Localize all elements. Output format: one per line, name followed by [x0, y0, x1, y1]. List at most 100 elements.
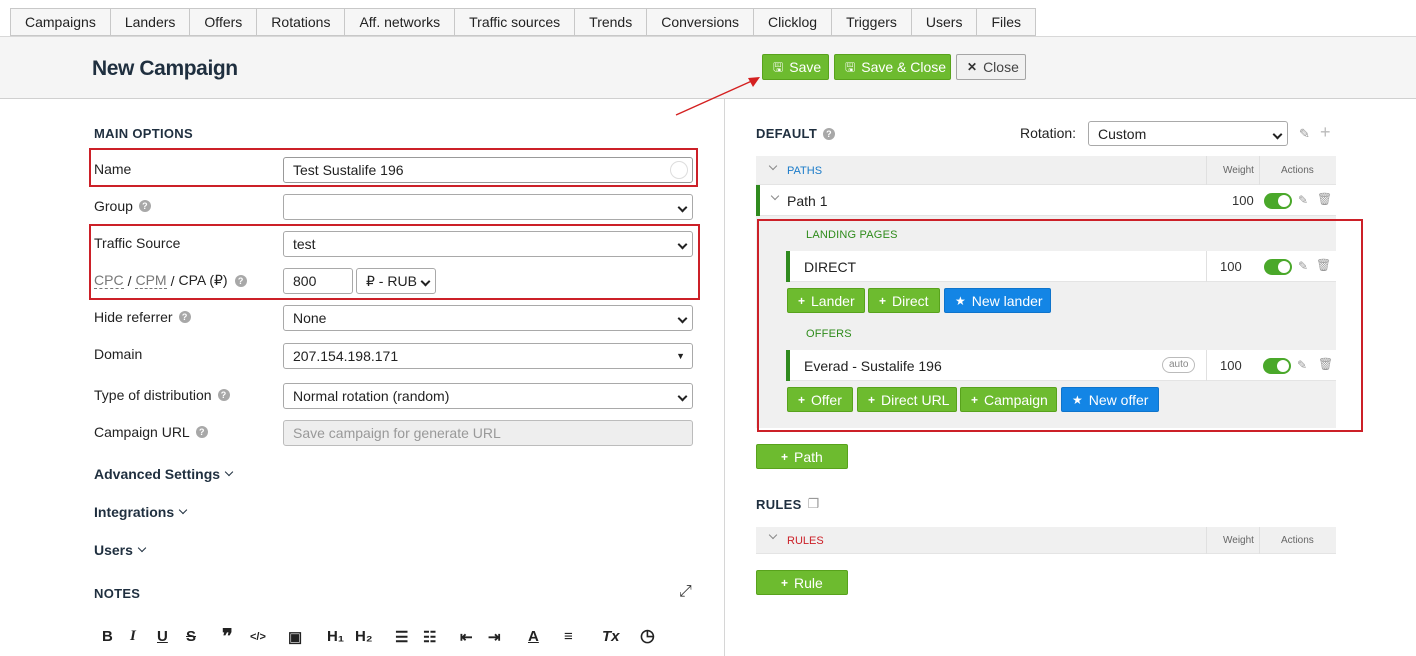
new-lander-button[interactable]: ★ New lander [944, 288, 1051, 313]
tab-rotations[interactable]: Rotations [256, 8, 345, 36]
new-offer-button[interactable]: ★ New offer [1061, 387, 1159, 412]
indent-icon[interactable]: ⇥ [488, 628, 501, 646]
bold-icon[interactable]: B [102, 628, 113, 645]
close-button[interactable]: ✕ Close [956, 54, 1026, 80]
users-toggle[interactable]: Users [94, 542, 147, 558]
traffic-source-label: Traffic Source [94, 235, 181, 251]
plus-icon: + [781, 575, 789, 590]
lander-row[interactable]: DIRECT 100 ✎ 🗑 [786, 251, 1336, 282]
expand-icon[interactable]: ⤢ [679, 583, 692, 601]
pencil-icon[interactable]: ✎ [1297, 358, 1307, 372]
chevron-down-icon [178, 505, 188, 515]
pencil-icon[interactable]: ✎ [1299, 126, 1310, 142]
name-input[interactable]: Test Sustalife 196 [283, 157, 693, 183]
integrations-toggle[interactable]: Integrations [94, 504, 188, 520]
domain-label: Domain [94, 346, 143, 362]
trash-icon[interactable]: 🗑 [1316, 258, 1331, 272]
pencil-icon[interactable]: ✎ [1298, 193, 1308, 207]
star-icon: ★ [1072, 392, 1083, 407]
tab-campaigns[interactable]: Campaigns [10, 8, 110, 36]
add-offer-button[interactable]: + Offer [787, 387, 853, 412]
chevron-down-icon[interactable] [768, 161, 778, 171]
tab-aff-networks[interactable]: Aff. networks [344, 8, 455, 36]
paths-header: PATHS [787, 165, 823, 177]
tab-conversions[interactable]: Conversions [646, 8, 754, 36]
copy-icon[interactable]: ❐ [808, 496, 820, 512]
currency-select[interactable]: ₽ - RUB [356, 268, 436, 294]
domain-select[interactable]: 207.154.198.171 ▼ [283, 343, 693, 369]
tab-traffic-sources[interactable]: Traffic sources [454, 8, 575, 36]
outdent-icon[interactable]: ⇤ [460, 628, 473, 646]
cpc-option[interactable]: CPC [94, 272, 124, 289]
trash-icon[interactable]: 🗑 [1317, 192, 1332, 206]
add-direct-url-button[interactable]: + Direct URL [857, 387, 957, 412]
offer-name: Everad - Sustalife 196 [804, 358, 942, 374]
cost-label: CPC / CPM / CPA (₽) ? [94, 272, 247, 289]
align-icon[interactable]: ≡ [564, 628, 573, 645]
group-select[interactable] [283, 194, 693, 220]
traffic-source-select[interactable]: test [283, 231, 693, 257]
heading2-icon[interactable]: H₂ [355, 628, 373, 645]
plus-icon: + [781, 449, 789, 464]
lander-weight[interactable]: 100 [1220, 259, 1242, 274]
quote-icon[interactable]: ❞ [222, 624, 233, 649]
code-icon[interactable]: </> [250, 631, 266, 643]
strikethrough-icon[interactable]: S [186, 628, 196, 645]
bullet-list-icon[interactable]: ☷ [423, 628, 436, 646]
underline-icon[interactable]: U [157, 628, 168, 645]
history-icon[interactable]: ◷ [640, 626, 655, 646]
rotation-select[interactable]: Custom [1088, 121, 1288, 146]
save-button[interactable]: 🖫 Save [762, 54, 829, 80]
hide-referrer-select[interactable]: None [283, 305, 693, 331]
plus-icon[interactable]: + [1320, 122, 1331, 143]
italic-icon[interactable]: I [130, 628, 136, 645]
tab-clicklog[interactable]: Clicklog [753, 8, 832, 36]
path-row[interactable]: Path 1 100 ✎ 🗑 [756, 185, 1336, 216]
campaign-url-input[interactable]: Save campaign for generate URL [283, 420, 693, 446]
tab-trends[interactable]: Trends [574, 8, 647, 36]
advanced-settings-toggle[interactable]: Advanced Settings [94, 466, 234, 482]
pencil-icon[interactable]: ✎ [1298, 259, 1308, 273]
image-icon[interactable]: ▣ [288, 628, 302, 646]
offer-weight[interactable]: 100 [1220, 358, 1242, 373]
tab-landers[interactable]: Landers [109, 8, 190, 36]
tab-files[interactable]: Files [976, 8, 1037, 36]
cost-value-input[interactable]: 800 [283, 268, 353, 294]
heading1-icon[interactable]: H₁ [327, 628, 344, 645]
add-rule-button[interactable]: + Rule [756, 570, 848, 595]
tab-offers[interactable]: Offers [189, 8, 257, 36]
tab-triggers[interactable]: Triggers [831, 8, 911, 36]
lander-name: DIRECT [804, 259, 857, 275]
distribution-select[interactable]: Normal rotation (random) [283, 383, 693, 409]
chevron-down-icon[interactable] [770, 191, 780, 201]
offer-row[interactable]: Everad - Sustalife 196 auto 100 ✎ 🗑 [786, 350, 1336, 381]
help-icon: ? [234, 274, 247, 287]
clear-format-icon[interactable]: Tx [602, 628, 620, 645]
floppy-disk-icon: 🖫 [773, 60, 784, 74]
add-direct-button[interactable]: + Direct [868, 288, 940, 313]
chevron-down-icon[interactable] [768, 530, 778, 540]
rules-header: RULES [787, 535, 824, 547]
top-nav: Campaigns Landers Offers Rotations Aff. … [10, 8, 1037, 36]
add-campaign-button[interactable]: + Campaign [960, 387, 1057, 412]
path-toggle[interactable] [1264, 193, 1292, 209]
ordered-list-icon[interactable]: ☰ [395, 628, 408, 646]
offers-header: OFFERS [806, 328, 852, 340]
chevron-down-icon [224, 467, 234, 477]
offer-toggle[interactable] [1263, 358, 1291, 374]
save-close-button[interactable]: 🖫 Save & Close [834, 54, 951, 80]
cpa-option[interactable]: CPA (₽) [178, 272, 227, 289]
trash-icon[interactable]: 🗑 [1318, 357, 1333, 371]
help-icon: ? [217, 389, 230, 401]
path-weight[interactable]: 100 [1232, 193, 1254, 208]
plus-icon: + [798, 392, 806, 407]
dropdown-triangle-icon: ▼ [676, 351, 685, 361]
cpm-option[interactable]: CPM [135, 272, 167, 289]
floppy-disk-icon: 🖫 [845, 60, 856, 74]
add-lander-button[interactable]: + Lander [787, 288, 865, 313]
text-color-icon[interactable]: A [528, 628, 539, 645]
lander-toggle[interactable] [1264, 259, 1292, 275]
tab-users[interactable]: Users [910, 8, 977, 36]
add-path-button[interactable]: + Path [756, 444, 848, 469]
notes-title: NOTES [94, 586, 141, 601]
